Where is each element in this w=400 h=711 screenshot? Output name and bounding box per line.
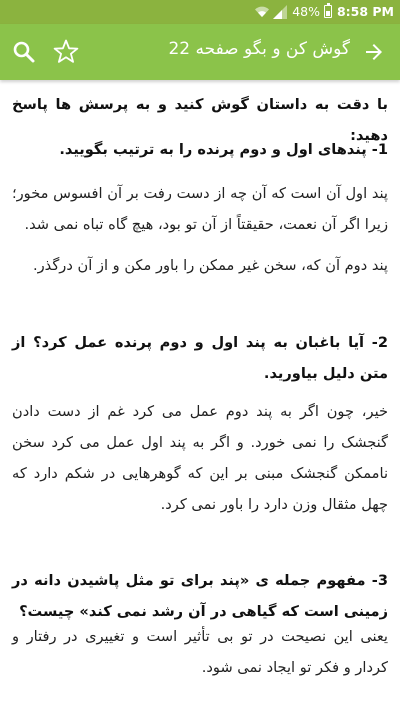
battery-icon (324, 2, 332, 18)
status-bar: 48% 8:58 PM (0, 0, 400, 24)
battery-percent: 48% (292, 4, 320, 19)
star-icon[interactable] (52, 38, 80, 66)
wifi-icon (255, 6, 269, 18)
app-bar: گوش کن و بگو صفحه 22 (0, 24, 400, 80)
back-arrow-icon[interactable] (362, 40, 386, 64)
answer-1-paragraph-2: پند دوم آن که، سخن غیر ممکن را باور مکن … (33, 257, 388, 274)
page-title: گوش کن و بگو صفحه 22 (168, 39, 350, 59)
answer-1-paragraph-1: پند اول آن است که آن چه از دست رفت بر آن… (12, 185, 388, 233)
clock: 8:58 PM (336, 4, 394, 19)
answer-2: خیر، چون اگر به پند دوم عمل می کرد غم از… (12, 403, 388, 513)
question-1: 1- پندهای اول و دوم پرنده را به ترتیب بگ… (59, 141, 388, 158)
question-2: 2- آیا باغبان به پند اول و دوم پرنده عمل… (12, 334, 388, 382)
search-icon[interactable] (11, 39, 37, 65)
answer-3: یعنی این نصیحت در تو بی تأثیر است و تغیی… (12, 628, 388, 676)
signal-icon (273, 5, 287, 19)
article-content: با دقت به داستان گوش کنید و به پرسش ها پ… (0, 80, 400, 711)
question-3: 3- مفهوم جمله ی «پند برای تو مثل پاشیدن … (12, 572, 388, 620)
